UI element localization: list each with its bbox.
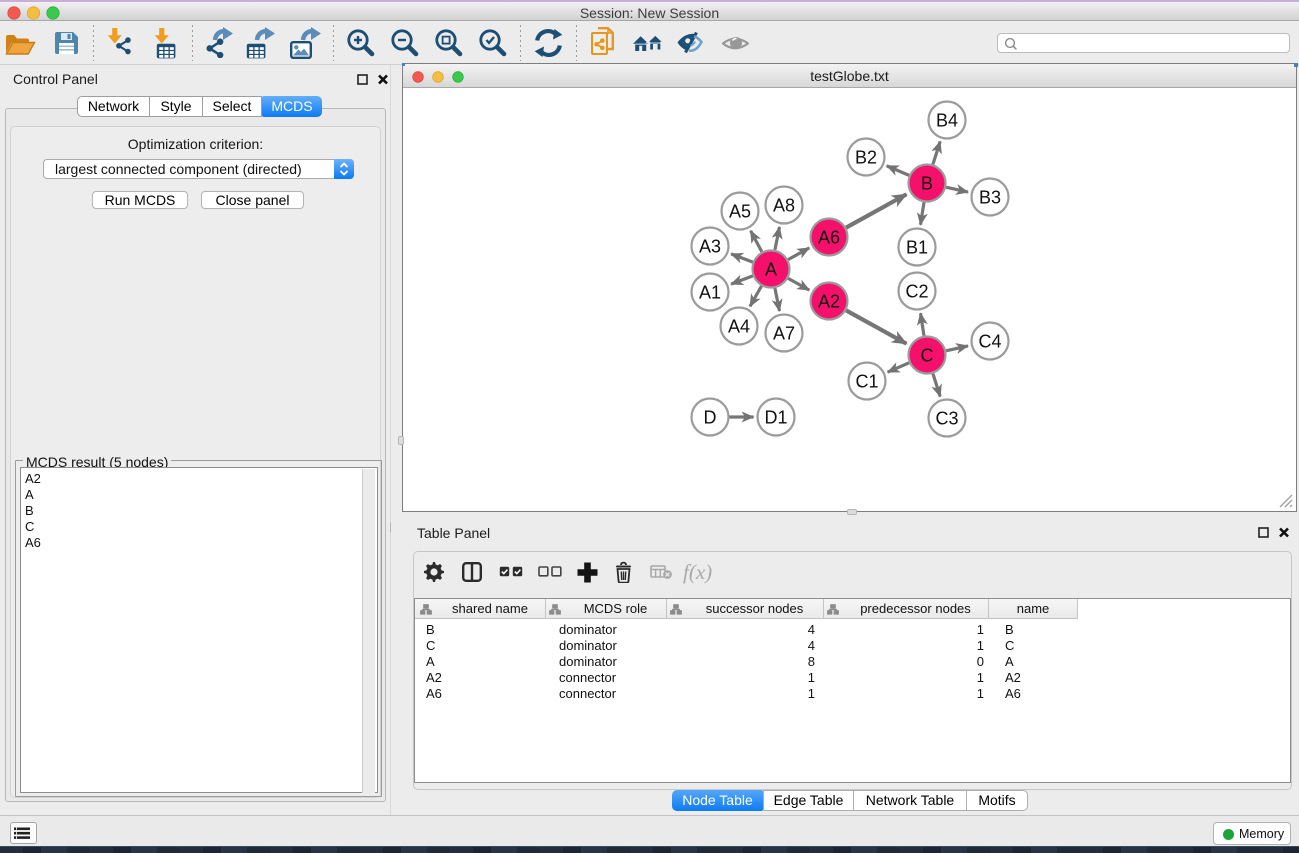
svg-text:A7: A7	[773, 324, 795, 344]
svg-text:B4: B4	[936, 111, 958, 131]
svg-text:D: D	[704, 408, 717, 428]
svg-text:A4: A4	[728, 317, 750, 337]
svg-text:D1: D1	[764, 408, 787, 428]
svg-text:B2: B2	[855, 148, 877, 168]
svg-text:A3: A3	[699, 237, 721, 257]
svg-text:A1: A1	[699, 283, 721, 303]
svg-text:C: C	[921, 346, 934, 366]
svg-text:B: B	[921, 174, 933, 194]
svg-text:C2: C2	[905, 282, 928, 302]
svg-text:A8: A8	[773, 196, 795, 216]
svg-text:A2: A2	[818, 292, 840, 312]
svg-text:A6: A6	[818, 228, 840, 248]
svg-text:C1: C1	[855, 372, 878, 392]
svg-text:C4: C4	[978, 332, 1001, 352]
svg-text:B1: B1	[906, 238, 928, 258]
svg-text:C3: C3	[935, 409, 958, 429]
svg-text:A5: A5	[729, 202, 751, 222]
svg-text:B3: B3	[979, 188, 1001, 208]
svg-text:A: A	[765, 260, 777, 280]
